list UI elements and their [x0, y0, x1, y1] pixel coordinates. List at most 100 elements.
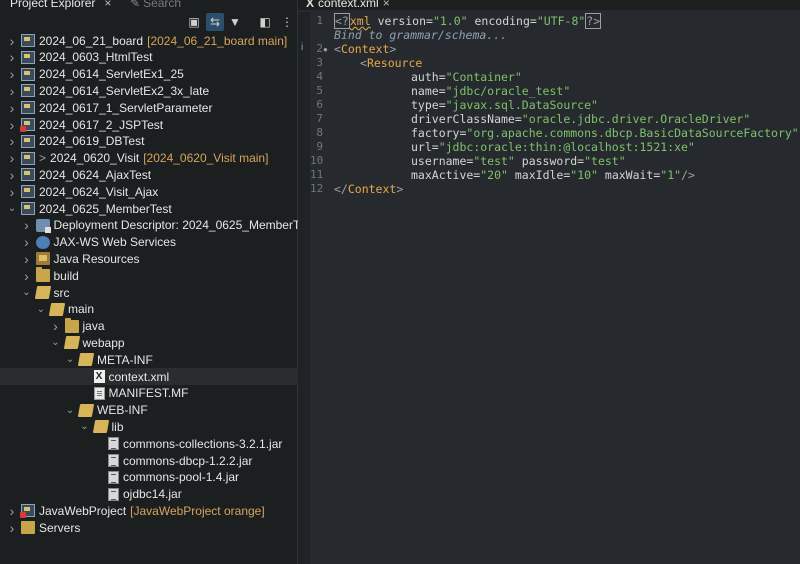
- tree-item[interactable]: › JavaWebProject [JavaWebProject orange]: [0, 502, 298, 519]
- tree-item[interactable]: › 2024_06_21_board [2024_06_21_board main]: [0, 32, 298, 49]
- attr-value: "org.apache.commons.dbcp.BasicDataSource…: [466, 126, 799, 140]
- attr-username-value: "test": [473, 154, 515, 168]
- tree-item[interactable]: › 2024_0619_DBTest: [0, 133, 298, 150]
- close-icon[interactable]: ×: [104, 0, 111, 10]
- attr-name: name=: [411, 84, 446, 98]
- tree-item[interactable]: › java: [0, 317, 298, 335]
- tag-close: >: [396, 182, 404, 196]
- tree-item[interactable]: ⌄ main: [0, 301, 298, 318]
- chevron-right-icon[interactable]: ›: [6, 33, 18, 49]
- chevron-down-icon[interactable]: ⌄: [79, 421, 91, 432]
- chevron-right-icon[interactable]: ›: [6, 184, 18, 200]
- chevron-down-icon[interactable]: ⌄: [6, 203, 18, 214]
- tree-item[interactable]: › >2024_0620_Visit [2024_0620_Visit main]: [0, 150, 298, 167]
- chevron-right-icon[interactable]: ›: [21, 217, 33, 233]
- tree-item[interactable]: › 2024_0624_Visit_Ajax: [0, 183, 298, 200]
- chevron-down-icon[interactable]: ⌄: [21, 287, 33, 298]
- line-number: 5: [316, 84, 323, 97]
- collapse-all-button[interactable]: ▣: [185, 13, 203, 31]
- chevron-right-icon[interactable]: ›: [6, 100, 18, 116]
- link-with-editor-button[interactable]: ⇆: [206, 13, 224, 31]
- tree-item[interactable]: commons-collections-3.2.1.jar: [0, 435, 298, 452]
- info-marker-icon[interactable]: i: [301, 42, 303, 53]
- jar-icon: [108, 454, 119, 467]
- project-icon: [21, 50, 35, 64]
- tab-project-explorer[interactable]: Project Explorer ×: [10, 0, 111, 10]
- line-number: 6: [316, 98, 323, 111]
- tree-item[interactable]: › 2024_0617_2_JSPTest: [0, 116, 298, 133]
- chevron-right-icon[interactable]: ›: [6, 49, 18, 65]
- tree-item-label: 2024_06_21_board: [39, 33, 144, 48]
- tree-item[interactable]: › 2024_0603_HtmlTest: [0, 49, 298, 66]
- tree-item[interactable]: › 2024_0617_1_ServletParameter: [0, 99, 298, 116]
- tab-context-xml[interactable]: X context.xml ×: [306, 0, 390, 10]
- tree-item[interactable]: commons-dbcp-1.2.2.jar: [0, 452, 298, 469]
- chevron-right-icon[interactable]: ›: [21, 268, 33, 284]
- explorer-toolbar: ▣ ⇆ ▼ ◧ ⋮: [0, 10, 298, 34]
- chevron-right-icon[interactable]: ›: [21, 251, 33, 267]
- chevron-down-icon[interactable]: ⌄: [35, 304, 47, 315]
- project-icon: [21, 84, 35, 98]
- tree-item[interactable]: MANIFEST.MF: [0, 385, 298, 402]
- attr-value: "jdbc/oracle_test": [445, 84, 571, 98]
- deployment-descriptor-icon: [35, 218, 51, 233]
- java-resources-icon: [35, 252, 50, 266]
- chevron-right-icon[interactable]: ›: [6, 167, 18, 183]
- chevron-right-icon[interactable]: ›: [6, 117, 18, 133]
- tab-search[interactable]: ✎ Search: [130, 0, 181, 10]
- tree-item[interactable]: ⌄ webapp: [0, 334, 298, 351]
- attr-encoding-value: "UTF-8": [536, 14, 586, 28]
- attr-version-value: "1.0": [432, 14, 468, 28]
- xml-file-icon: X: [306, 0, 315, 10]
- tree-item[interactable]: › 2024_0614_ServletEx1_25: [0, 66, 298, 83]
- chevron-right-icon[interactable]: ›: [6, 520, 18, 536]
- attr-value: "oracle.jdbc.driver.OracleDriver": [521, 112, 751, 126]
- line-number: 2: [316, 42, 323, 55]
- tree-item[interactable]: › Java Resources: [0, 250, 298, 267]
- filter-button[interactable]: ▼: [226, 13, 244, 31]
- chevron-down-icon[interactable]: ⌄: [64, 354, 76, 365]
- attr-username: username=: [411, 154, 474, 168]
- close-icon[interactable]: ×: [383, 0, 390, 10]
- tree-item[interactable]: › JAX-WS Web Services: [0, 234, 298, 251]
- fold-marker-icon[interactable]: ●: [323, 45, 328, 54]
- tree-item[interactable]: ⌄ WEB-INF: [0, 402, 298, 419]
- servers-folder-icon: [21, 521, 35, 535]
- chevron-right-icon[interactable]: ›: [6, 133, 18, 149]
- tree-item[interactable]: ⌄ lib: [0, 418, 298, 435]
- tree-item[interactable]: › Deployment Descriptor: 2024_0625_Member…: [0, 217, 298, 234]
- explorer-tab-bar: Project Explorer × ✎ Search: [0, 0, 298, 10]
- line-number: 10: [310, 154, 324, 167]
- tree-item[interactable]: › 2024_0614_ServletEx2_3x_late: [0, 82, 298, 99]
- chevron-right-icon[interactable]: ›: [6, 66, 18, 82]
- attr-version: version=: [370, 14, 433, 28]
- project-error-icon: [20, 118, 35, 132]
- line-number: 8: [316, 126, 323, 139]
- chevron-down-icon[interactable]: ⌄: [64, 405, 76, 416]
- code-line-12: </Context>: [334, 182, 403, 196]
- editor-tab-label: context.xml: [318, 0, 379, 10]
- grammar-hint[interactable]: Bind to grammar/schema...: [334, 28, 507, 42]
- chevron-right-icon[interactable]: ›: [6, 503, 18, 519]
- tree-item[interactable]: commons-pool-1.4.jar: [0, 469, 298, 486]
- tree-item[interactable]: ⌄ src: [0, 284, 298, 301]
- tree-item[interactable]: ⌄ 2024_0625_MemberTest: [0, 200, 298, 217]
- view-menu-icon: ⋮: [281, 15, 293, 29]
- tree-item-label: MANIFEST.MF: [108, 386, 189, 401]
- tree-item[interactable]: › Servers: [0, 519, 298, 536]
- chevron-down-icon[interactable]: ⌄: [50, 337, 62, 348]
- tree-item[interactable]: › build: [0, 267, 298, 284]
- tree-item[interactable]: ojdbc14.jar: [0, 486, 298, 503]
- chevron-right-icon[interactable]: ›: [21, 234, 33, 250]
- chevron-right-icon[interactable]: ›: [6, 150, 18, 166]
- focus-button[interactable]: ◧: [256, 13, 274, 31]
- view-menu-button[interactable]: ⋮: [278, 13, 296, 31]
- chevron-right-icon[interactable]: ›: [50, 318, 62, 334]
- chevron-right-icon[interactable]: ›: [6, 83, 18, 99]
- tree-item[interactable]: ⌄ META-INF: [0, 351, 298, 368]
- tree-item-label: build: [53, 268, 79, 283]
- tree-item-label: ojdbc14.jar: [123, 487, 182, 502]
- tree-item[interactable]: › 2024_0624_AjaxTest: [0, 166, 298, 183]
- tree-item[interactable]: Xcontext.xml: [0, 368, 298, 385]
- project-icon: [21, 168, 35, 182]
